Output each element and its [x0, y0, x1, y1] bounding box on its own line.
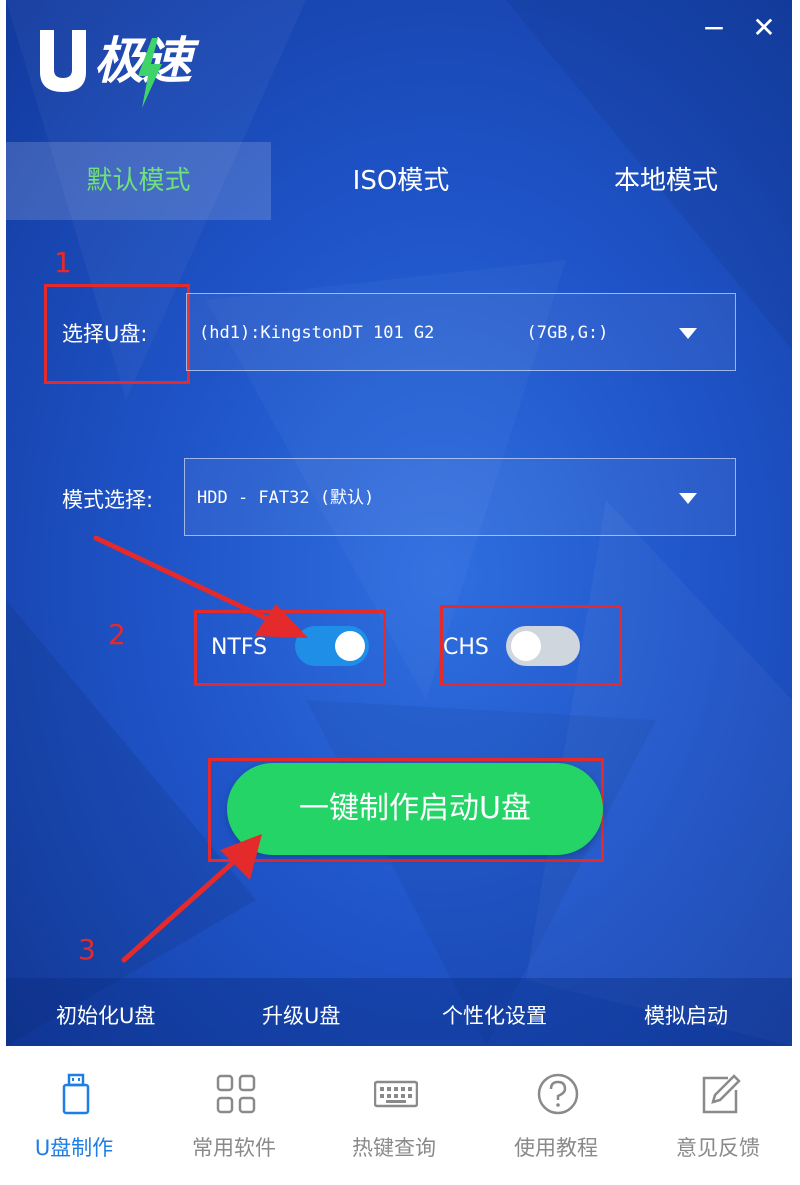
nav-feedback[interactable]: 意见反馈 [648, 1046, 788, 1185]
chevron-down-icon [679, 493, 697, 504]
logo-u-icon [40, 30, 86, 92]
edit-feedback-icon [702, 1074, 741, 1114]
personalize-settings-link[interactable]: 个性化设置 [442, 978, 547, 1046]
mode-select[interactable]: HDD - FAT32 (默认) [184, 458, 736, 536]
apps-grid-icon [216, 1074, 256, 1114]
nav-common-software-label: 常用软件 [192, 1136, 276, 1160]
chevron-down-icon [679, 328, 697, 339]
nav-tutorial[interactable]: 使用教程 [486, 1046, 626, 1185]
usb-select-value: (hd1):KingstonDT 101 G2 (7GB,G:) [199, 323, 609, 343]
nav-usb-make-label: U盘制作 [34, 1136, 114, 1160]
annotation-number-2: 2 [108, 618, 126, 651]
simulate-boot-link[interactable]: 模拟启动 [644, 978, 728, 1046]
ntfs-toggle[interactable] [295, 626, 369, 666]
make-bootable-usb-button[interactable]: 一键制作启动U盘 [227, 763, 603, 855]
annotation-number-1: 1 [54, 246, 72, 279]
help-circle-icon [537, 1073, 579, 1115]
bottom-nav: U盘制作 常用软件 热键查询 使用教程 意见反馈 [0, 1046, 800, 1185]
nav-hotkey-lookup-label: 热键查询 [352, 1136, 436, 1160]
ntfs-label: NTFS [211, 635, 268, 660]
upgrade-usb-link[interactable]: 升级U盘 [262, 978, 340, 1046]
annotation-number-3: 3 [78, 933, 96, 966]
nav-tutorial-label: 使用教程 [514, 1136, 598, 1160]
init-usb-link[interactable]: 初始化U盘 [56, 978, 155, 1046]
app-logo: 极速 [38, 26, 228, 108]
app-window: 极速 − ✕ 默认模式 ISO模式 本地模式 1 选择U盘: (hd1):Kin… [0, 0, 800, 1185]
nav-feedback-label: 意见反馈 [676, 1136, 760, 1160]
bottom-tools-strip: 初始化U盘 升级U盘 个性化设置 模拟启动 [6, 978, 792, 1046]
minimize-button[interactable]: − [696, 8, 732, 48]
chs-toggle[interactable] [506, 626, 580, 666]
toggle-knob [511, 631, 541, 661]
lightning-icon [138, 38, 162, 108]
chs-label: CHS [443, 635, 489, 660]
mode-select-label: 模式选择: [62, 488, 154, 512]
close-button[interactable]: ✕ [746, 8, 782, 48]
keyboard-icon [374, 1080, 418, 1108]
tab-default-mode[interactable]: 默认模式 [6, 142, 271, 220]
tab-local-mode[interactable]: 本地模式 [566, 142, 766, 220]
nav-common-software[interactable]: 常用软件 [164, 1046, 304, 1185]
toggle-knob [335, 631, 365, 661]
nav-hotkey-lookup[interactable]: 热键查询 [324, 1046, 464, 1185]
usb-drive-icon [62, 1073, 90, 1115]
usb-drive-select[interactable]: (hd1):KingstonDT 101 G2 (7GB,G:) [186, 293, 736, 371]
main-panel: 极速 − ✕ 默认模式 ISO模式 本地模式 1 选择U盘: (hd1):Kin… [6, 0, 792, 1046]
tab-iso-mode[interactable]: ISO模式 [306, 142, 496, 220]
usb-select-label: 选择U盘: [62, 322, 148, 346]
mode-select-value: HDD - FAT32 (默认) [197, 488, 375, 508]
nav-usb-make[interactable]: U盘制作 [4, 1046, 144, 1185]
